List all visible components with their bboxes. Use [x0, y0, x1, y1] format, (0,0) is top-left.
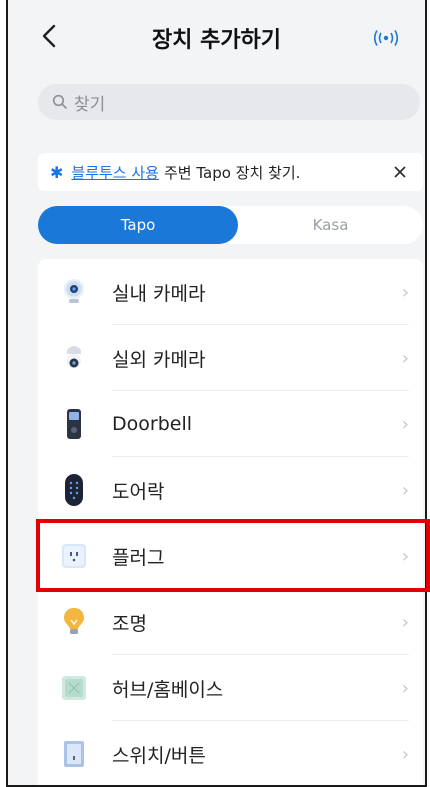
chevron-right-icon: › [401, 413, 409, 435]
radar-icon [373, 30, 399, 46]
doorbell-icon [58, 406, 90, 442]
indoor-camera-icon [58, 274, 90, 310]
list-item-switch[interactable]: 스위치/버튼 › [38, 721, 423, 785]
list-item-doorbell[interactable]: Doorbell › [38, 391, 423, 457]
app-screen: 장치 추가하기 찾기 ✱ 블루투스 사용 주변 Tapo 장치 찾기. Tapo… [6, 0, 427, 787]
door-lock-icon [58, 472, 90, 508]
list-item-label: 도어락 [112, 480, 165, 503]
list-item-plug[interactable]: 플러그 › [38, 523, 423, 589]
list-item-door-lock[interactable]: 도어락 › [38, 457, 423, 523]
switch-icon [58, 736, 90, 772]
list-item-lighting[interactable]: 조명 › [38, 589, 423, 655]
close-banner-button[interactable] [385, 157, 415, 187]
tab-kasa[interactable]: Kasa [238, 206, 423, 244]
plug-icon [58, 538, 90, 574]
search-input[interactable]: 찾기 [38, 84, 420, 120]
bulb-icon [58, 604, 90, 640]
list-item-label: Doorbell [112, 413, 192, 435]
header: 장치 추가하기 [8, 0, 425, 74]
list-item-label: 실내 카메라 [112, 282, 206, 305]
chevron-right-icon: › [401, 347, 409, 369]
chevron-right-icon: › [401, 743, 409, 765]
chevron-right-icon: › [401, 677, 409, 699]
brand-tabs: Tapo Kasa [38, 206, 423, 244]
list-item-label: 허브/홈베이스 [112, 678, 224, 701]
close-icon [394, 166, 406, 178]
chevron-right-icon: › [401, 545, 409, 567]
list-item-outdoor-camera[interactable]: 실외 카메라 › [38, 325, 423, 391]
chevron-right-icon: › [401, 611, 409, 633]
page-title: 장치 추가하기 [151, 28, 282, 53]
device-category-list: 실내 카메라 › 실외 카메라 › Doorbell › 도어락 › 플러그 ›… [38, 259, 423, 785]
scan-button[interactable] [369, 28, 403, 48]
list-item-label: 실외 카메라 [112, 348, 206, 371]
bluetooth-banner-text: 주변 Tapo 장치 찾기. [163, 163, 301, 182]
list-item-label: 조명 [112, 612, 147, 635]
hub-icon [58, 670, 90, 706]
bluetooth-banner: ✱ 블루투스 사용 주변 Tapo 장치 찾기. [38, 153, 423, 191]
bluetooth-icon: ✱ [50, 162, 64, 182]
bluetooth-enable-link[interactable]: 블루투스 사용 [71, 162, 159, 183]
search-placeholder: 찾기 [74, 94, 106, 115]
list-item-label: 플러그 [112, 546, 165, 569]
outdoor-camera-icon [58, 340, 90, 376]
list-item-hub[interactable]: 허브/홈베이스 › [38, 655, 423, 721]
chevron-right-icon: › [401, 479, 409, 501]
tab-tapo[interactable]: Tapo [38, 206, 238, 244]
list-item-indoor-camera[interactable]: 실내 카메라 › [38, 259, 423, 325]
search-icon [52, 94, 67, 109]
list-item-label: 스위치/버튼 [112, 744, 206, 767]
chevron-right-icon: › [401, 281, 409, 303]
